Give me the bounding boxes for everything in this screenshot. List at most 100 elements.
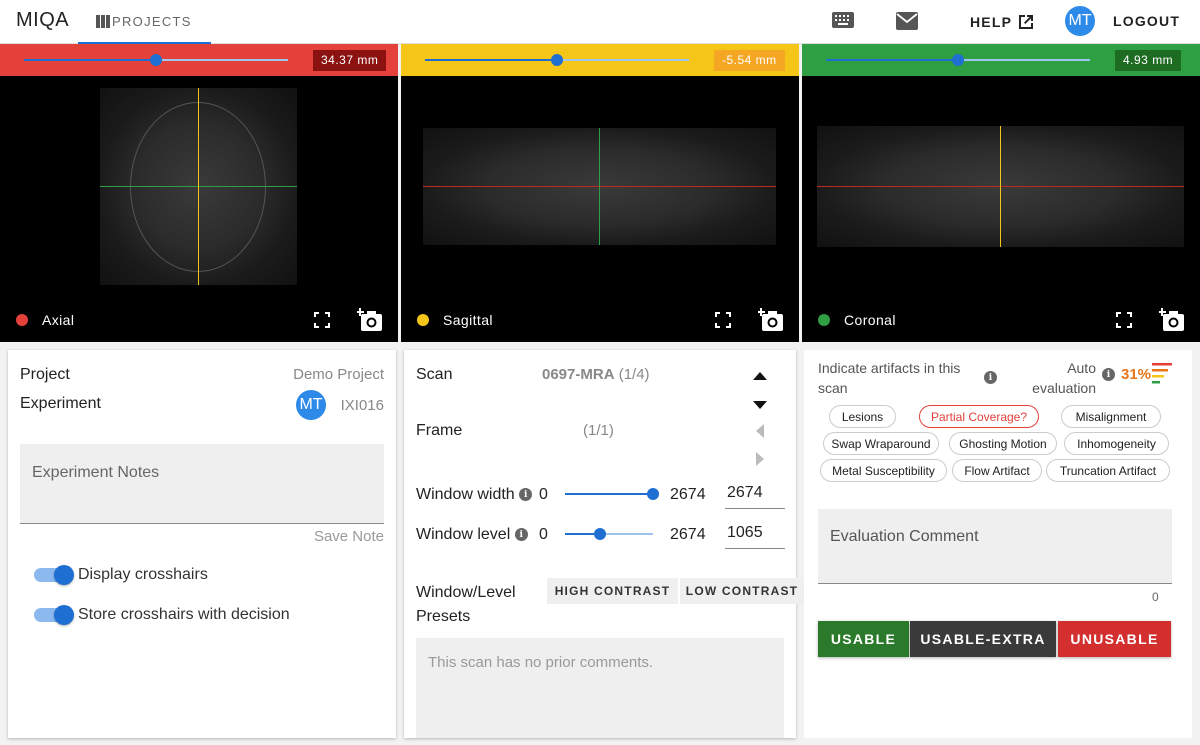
artifact-chip-flow-artifact[interactable]: Flow Artifact [952, 459, 1042, 482]
usable-extra-button[interactable]: USABLE-EXTRA [910, 621, 1056, 657]
user-avatar[interactable]: MT [1065, 6, 1095, 36]
window-level-text: Window level [416, 526, 511, 543]
info-icon[interactable]: i [984, 371, 997, 384]
evaluation-comment-input[interactable]: Evaluation Comment [818, 509, 1172, 584]
previous-frame-arrow-icon[interactable] [756, 424, 764, 438]
experiment-notes-input[interactable]: Experiment Notes [20, 444, 384, 524]
crosshair-vertical [1000, 126, 1001, 247]
fullscreen-icon[interactable] [715, 312, 731, 328]
viewer-name: Axial [42, 312, 75, 328]
fullscreen-icon[interactable] [314, 312, 330, 328]
viewer-coronal[interactable]: 4.93 mm Coronal [802, 44, 1200, 342]
add-screenshot-icon[interactable] [357, 308, 383, 332]
slice-slider-thumb[interactable] [150, 54, 162, 66]
window-width-input[interactable]: 2674 [725, 483, 785, 509]
artifact-chip-inhomogeneity[interactable]: Inhomogeneity [1064, 432, 1169, 455]
slider-fill [565, 493, 653, 495]
display-crosshairs-label: Display crosshairs [78, 566, 208, 583]
info-icon[interactable]: i [519, 488, 533, 502]
scan-image-axial[interactable] [100, 88, 297, 285]
auto-label-line-1: Auto [1067, 360, 1096, 376]
coronal-color-dot [818, 314, 830, 326]
auto-label-line-2: evaluation [1032, 380, 1096, 396]
next-scan-arrow-icon[interactable] [753, 401, 767, 409]
artifact-chip-swap-wraparound[interactable]: Swap Wraparound [823, 432, 939, 455]
info-icon[interactable]: i [514, 528, 528, 542]
artifacts-label-line-2: scan [818, 380, 848, 396]
experiment-value: IXI016 [340, 397, 384, 414]
info-icon[interactable]: i [1102, 368, 1115, 381]
viewer-label-sagittal: Sagittal [417, 312, 493, 328]
artifact-chip-lesions[interactable]: Lesions [829, 405, 896, 428]
slice-slider-sagittal[interactable] [425, 54, 689, 66]
presets-label-line-2: Presets [416, 608, 471, 625]
slice-position-coronal: 4.93 mm [1115, 50, 1182, 71]
scan-panel: Scan 0697-MRA (1/4) Frame (1/1) Window w… [404, 350, 804, 738]
window-width-slider[interactable] [565, 488, 659, 500]
viewer-label-axial: Axial [16, 312, 74, 328]
fullscreen-icon[interactable] [1116, 312, 1132, 328]
artifact-chip-partial-coverage[interactable]: Partial Coverage? [919, 405, 1039, 428]
artifact-chip-misalignment[interactable]: Misalignment [1061, 405, 1161, 428]
axial-color-dot [16, 314, 28, 326]
auto-evaluation-label: Auto evaluation [1032, 358, 1096, 398]
usable-button[interactable]: USABLE [818, 621, 909, 657]
app-title: MIQA [16, 9, 70, 31]
window-width-min: 0 [539, 486, 548, 503]
top-app-bar: MIQA PROJECTS HELP MT LOGOUT [0, 0, 1200, 44]
viewer-sagittal[interactable]: -5.54 mm Sagittal [401, 44, 799, 342]
slice-bar-coronal: 4.93 mm [802, 44, 1200, 76]
slice-position-axial: 34.37 mm [313, 50, 387, 71]
unusable-button[interactable]: UNUSABLE [1058, 621, 1171, 657]
window-level-label: Window level i [416, 526, 528, 544]
artifact-chip-ghosting-motion[interactable]: Ghosting Motion [949, 432, 1057, 455]
slice-slider-fill [826, 59, 958, 61]
add-screenshot-icon[interactable] [758, 308, 784, 332]
artifact-chip-truncation-artifact[interactable]: Truncation Artifact [1046, 459, 1170, 482]
viewer-axial[interactable]: 34.37 mm Axial [0, 44, 398, 342]
window-width-max: 2674 [670, 486, 706, 503]
store-crosshairs-label: Store crosshairs with decision [78, 606, 290, 623]
view-columns-icon [96, 14, 110, 28]
window-level-slider[interactable] [565, 528, 653, 540]
slider-thumb[interactable] [594, 528, 607, 540]
logout-button[interactable]: LOGOUT [1113, 13, 1180, 29]
slice-slider-thumb[interactable] [952, 54, 964, 66]
slice-slider-coronal[interactable] [826, 54, 1090, 66]
experiment-lock-avatar[interactable]: MT [296, 390, 326, 420]
low-contrast-button[interactable]: LOW CONTRAST [680, 578, 804, 604]
presets-label-line-1: Window/Level [416, 584, 516, 601]
add-screenshot-icon[interactable] [1159, 308, 1185, 332]
save-note-button[interactable]: Save Note [314, 528, 384, 545]
frame-label: Frame [416, 422, 463, 439]
previous-scan-arrow-icon[interactable] [753, 372, 767, 380]
prior-comments-text: This scan has no prior comments. [428, 654, 654, 671]
artifacts-label-line-1: Indicate artifacts in this [818, 360, 961, 376]
window-level-input[interactable]: 1065 [725, 523, 785, 549]
viewer-label-coronal: Coronal [818, 312, 896, 328]
slice-slider-thumb[interactable] [551, 54, 563, 66]
high-contrast-button[interactable]: HIGH CONTRAST [547, 578, 678, 604]
open-in-new-icon [1019, 15, 1034, 29]
viewer-name: Coronal [844, 312, 896, 328]
next-frame-arrow-icon[interactable] [756, 452, 764, 466]
keyboard-icon[interactable] [832, 12, 854, 28]
store-crosshairs-toggle[interactable] [34, 605, 74, 625]
artifact-chip-metal-susceptibility[interactable]: Metal Susceptibility [820, 459, 947, 482]
help-link[interactable]: HELP [970, 12, 1036, 32]
scan-image-sagittal[interactable] [423, 128, 776, 245]
slice-slider-axial[interactable] [24, 54, 288, 66]
scan-image-coronal[interactable] [817, 126, 1184, 247]
evaluation-comment-placeholder: Evaluation Comment [830, 528, 979, 545]
comment-character-count: 0 [1152, 590, 1159, 604]
tab-projects-label: PROJECTS [112, 13, 192, 29]
mail-icon[interactable] [896, 12, 918, 30]
toggle-knob [54, 605, 74, 625]
slice-slider-fill [425, 59, 557, 61]
slider-thumb[interactable] [647, 488, 659, 500]
artifacts-label: Indicate artifacts in this scan [818, 358, 960, 398]
tab-projects[interactable]: PROJECTS [78, 0, 211, 44]
display-crosshairs-toggle[interactable] [34, 565, 74, 585]
project-label: Project [20, 366, 70, 383]
help-label: HELP [970, 14, 1013, 30]
